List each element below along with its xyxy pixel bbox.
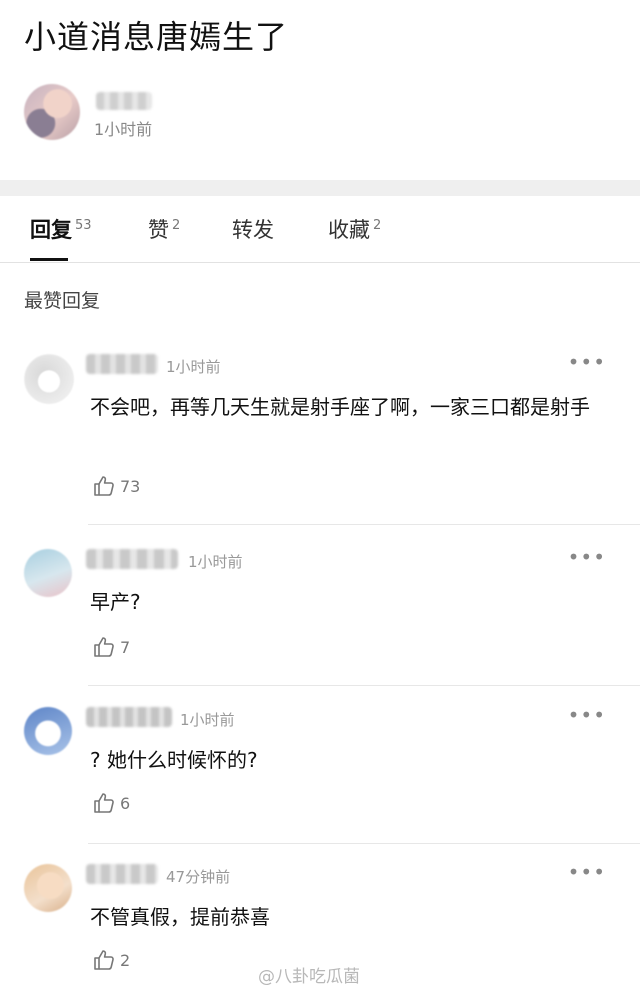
- post-title: 小道消息唐嫣生了: [24, 18, 289, 56]
- tab-reposts-label: 转发: [232, 218, 274, 242]
- post-time: 1小时前: [94, 120, 153, 139]
- commenter-avatar[interactable]: [24, 707, 72, 755]
- comment-time: 1小时前: [188, 553, 243, 571]
- tab-replies-label: 回复: [30, 218, 72, 242]
- tab-favorites[interactable]: 收藏 2: [328, 214, 381, 244]
- tab-likes[interactable]: 赞2: [148, 214, 180, 244]
- like-count: 7: [120, 637, 131, 657]
- tab-favorites-count: 2: [373, 218, 382, 233]
- comment-separator: [88, 524, 640, 525]
- top-replies-heading: 最赞回复: [24, 290, 101, 312]
- thumbs-up-icon: [94, 637, 114, 657]
- comment-item: 1小时前 ••• 不会吧，再等几天生就是射手座了啊，一家三口都是射手 73: [0, 350, 640, 525]
- comment-time: 47分钟前: [166, 868, 231, 886]
- section-divider: [0, 180, 640, 196]
- like-button[interactable]: 7: [92, 635, 130, 659]
- like-button[interactable]: 73: [92, 474, 140, 498]
- more-options-button[interactable]: •••: [568, 350, 606, 374]
- thumbs-up-icon: [94, 476, 114, 496]
- like-count: 6: [120, 793, 131, 813]
- tab-likes-label: 赞: [148, 218, 169, 242]
- tab-bar: 回复 53 赞2 转发 收藏 2: [0, 196, 640, 263]
- watermark: @八卦吃瓜菌: [258, 967, 360, 987]
- comment-text: 不管真假，提前恭喜: [90, 905, 270, 929]
- commenter-avatar[interactable]: [24, 354, 74, 404]
- more-options-button[interactable]: •••: [568, 860, 606, 884]
- more-options-button[interactable]: •••: [568, 545, 606, 569]
- comment-text: ? 她什么时候怀的?: [90, 748, 258, 772]
- author-avatar[interactable]: [24, 84, 80, 140]
- comment-text: 早产?: [90, 590, 141, 614]
- comment-item: 1小时前 ••• ? 她什么时候怀的? 6: [0, 703, 640, 844]
- like-count: 2: [120, 950, 131, 970]
- commenter-name-blurred[interactable]: [86, 707, 172, 727]
- comment-time: 1小时前: [180, 711, 235, 729]
- author-name-blurred[interactable]: [96, 92, 152, 110]
- comment-time: 1小时前: [166, 358, 221, 376]
- commenter-name-blurred[interactable]: [86, 864, 158, 884]
- thumbs-up-icon: [94, 950, 114, 970]
- tab-replies-count: 53: [75, 218, 92, 233]
- commenter-name-blurred[interactable]: [86, 354, 158, 374]
- tab-favorites-label: 收藏: [328, 218, 370, 242]
- more-options-button[interactable]: •••: [568, 703, 606, 727]
- tab-likes-count: 2: [172, 218, 181, 233]
- tab-reposts[interactable]: 转发: [232, 214, 274, 244]
- comment-separator: [88, 685, 640, 686]
- like-button[interactable]: 2: [92, 948, 130, 972]
- tab-replies[interactable]: 回复 53: [30, 214, 92, 244]
- like-count: 73: [120, 476, 141, 496]
- thumbs-up-icon: [94, 793, 114, 813]
- comment-separator: [88, 843, 640, 844]
- comment-item: 1小时前 ••• 早产? 7: [0, 545, 640, 686]
- like-button[interactable]: 6: [92, 791, 130, 815]
- commenter-avatar[interactable]: [24, 549, 72, 597]
- commenter-name-blurred[interactable]: [86, 549, 178, 569]
- commenter-avatar[interactable]: [24, 864, 72, 912]
- comment-text: 不会吧，再等几天生就是射手座了啊，一家三口都是射手: [90, 395, 590, 419]
- active-tab-indicator: [30, 258, 68, 261]
